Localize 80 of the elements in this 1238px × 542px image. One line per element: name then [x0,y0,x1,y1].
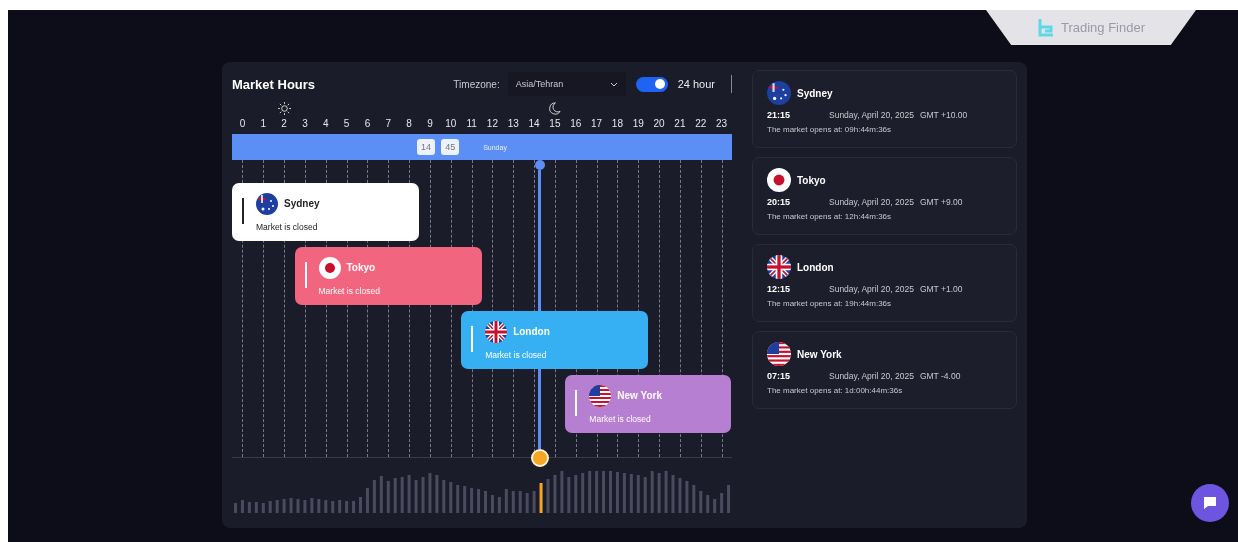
flag-icon [767,81,791,105]
hour-label: 14 [527,118,541,131]
market-date: Sunday, April 20, 2025 [829,371,914,381]
logo-icon [1036,17,1055,38]
hour-label: 22 [694,118,708,131]
clock-format-toggle[interactable] [635,76,668,92]
hour-label: 10 [444,118,458,131]
market-date: Sunday, April 20, 2025 [829,110,914,120]
session-status: Market is closed [318,285,381,296]
timezone-select[interactable]: Asia/Tehran [507,72,626,96]
market-time: 20:15 [767,197,792,207]
hour-label: 5 [342,118,351,131]
hour-badge: 14 [417,139,436,155]
chat-button[interactable] [1191,484,1229,522]
flag-icon [256,192,278,215]
flag-icon [767,168,791,192]
market-name: New York [797,348,842,360]
market-open-countdown: The market opens at: 1d:00h:44m:36s [767,386,904,395]
chat-icon [1202,495,1218,511]
hour-label: 18 [610,118,624,131]
session-card[interactable]: New York Market is closed [565,375,732,433]
brand-logo[interactable]: Trading Finder [986,10,1196,45]
toggle-label: 24 hour [677,78,715,90]
sun-icon [277,102,291,115]
hour-label: 13 [506,118,520,131]
market-open-countdown: The market opens at: 19h:44m:36s [767,299,893,308]
moon-icon [548,102,562,115]
session-card[interactable]: Sydney Market is closed [232,183,419,241]
hour-label: 4 [321,118,330,131]
flag-icon [767,255,791,279]
minute-badge: 45 [441,139,460,155]
hour-label: 6 [363,118,372,131]
market-time: 21:15 [767,110,792,120]
session-card[interactable]: London Market is closed [461,311,649,369]
market-time: 07:15 [767,371,792,381]
session-name: New York [617,390,662,401]
hour-label: 12 [485,118,499,131]
time-slider-handle[interactable] [530,449,549,467]
flag-icon [485,320,508,343]
hour-label: 19 [631,118,645,131]
market-date: Sunday, April 20, 2025 [829,197,914,207]
hour-label: 0 [238,118,247,131]
hour-label: 20 [652,118,666,131]
market-name: Sydney [797,87,833,99]
gmt-offset: GMT -4.00 [919,371,961,381]
session-card[interactable]: Tokyo Market is closed [294,247,482,305]
hour-label: 3 [301,118,309,131]
market-name: London [797,261,834,273]
market-open-countdown: The market opens at: 09h:44m:36s [767,125,893,134]
gmt-offset: GMT +9.00 [919,197,963,207]
flag-icon [589,384,612,407]
flag-icon [318,256,341,279]
hour-label: 1 [259,118,267,131]
market-date: Sunday, April 20, 2025 [829,284,914,294]
hour-label: 21 [673,118,687,131]
hour-label: 8 [405,118,413,131]
market-time: 12:15 [767,284,792,294]
hour-label: 7 [384,118,392,131]
session-status: Market is closed [485,349,548,360]
session-name: Sydney [284,198,320,209]
hour-label: 17 [590,118,604,131]
hour-label: 16 [569,118,583,131]
timezone-label: Timezone: [453,78,500,90]
session-name: Tokyo [346,262,376,273]
market-open-countdown: The market opens at: 12h:44m:36s [767,212,893,221]
gmt-offset: GMT +1.00 [919,284,963,294]
brand-name: Trading Finder [1060,20,1146,35]
session-status: Market is closed [256,221,319,232]
session-name: London [513,326,550,337]
hour-label: 15 [548,118,562,131]
flag-icon [767,342,791,366]
panel-title: Market Hours [232,76,317,92]
hour-label: 9 [426,118,434,131]
hour-label: 11 [465,118,478,131]
session-status: Market is closed [589,413,652,424]
gmt-offset: GMT +10.00 [919,110,968,120]
hour-label: 23 [715,118,729,131]
chevron-down-icon [609,81,618,87]
hour-label: 2 [280,118,288,131]
market-name: Tokyo [797,174,826,186]
